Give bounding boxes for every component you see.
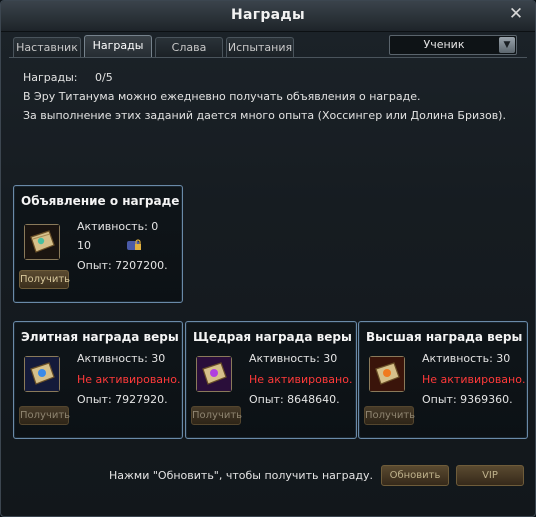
supreme-faith-activity: Активность: 30 [422, 352, 511, 365]
title-bar[interactable]: Награды ✕ [1, 1, 535, 32]
rewards-counter-value: 0/5 [95, 71, 113, 84]
elite-faith-title: Элитная награда веры [21, 330, 179, 344]
generous-faith-activity: Активность: 30 [249, 352, 338, 365]
purple-gem-scroll-icon [196, 356, 232, 392]
tab-rewards[interactable]: Награды [84, 35, 152, 57]
generous-faith-claim-button[interactable]: Получить [191, 406, 242, 425]
tab-divider [9, 57, 527, 58]
rewards-counter-label: Награды: [23, 71, 78, 84]
generous-faith-panel: Щедрая награда веры Активность: 30 Не ак… [185, 321, 357, 439]
supreme-faith-title: Высшая награда веры [366, 330, 523, 344]
rank-select[interactable]: Ученик ▼ [389, 35, 517, 55]
rewards-counter: Награды: 0/5 [23, 71, 113, 84]
refresh-hint: Нажми "Обновить", чтобы получить награду… [109, 469, 374, 482]
announcement-title: Объявление о награде [21, 194, 180, 208]
announcement-claim-button[interactable]: Получить [19, 270, 70, 289]
refresh-button[interactable]: Обновить [381, 465, 449, 486]
tab-trials[interactable]: Испытания [226, 37, 294, 57]
elite-faith-status: Не активировано. [77, 373, 181, 386]
generous-faith-title: Щедрая награда веры [193, 330, 352, 344]
info-line-2: За выполнение этих заданий дается много … [23, 109, 506, 122]
window-title: Награды [230, 7, 305, 23]
vip-button[interactable]: VIP [456, 465, 524, 486]
announcement-panel: Объявление о награде Активность: 0 10 Оп… [13, 185, 183, 303]
scroll-icon [24, 224, 60, 260]
tab-mentor[interactable]: Наставник [13, 37, 81, 57]
supreme-faith-status: Не активировано. [422, 373, 526, 386]
supreme-faith-panel: Высшая награда веры Активность: 30 Не ак… [358, 321, 528, 439]
blue-gem-scroll-icon [24, 356, 60, 392]
elite-faith-panel: Элитная награда веры Активность: 30 Не а… [13, 321, 183, 439]
rank-select-value: Ученик [423, 38, 465, 51]
supreme-faith-claim-button[interactable]: Получить [364, 406, 415, 425]
announcement-exp: Опыт: 7207200. [77, 259, 168, 272]
close-icon[interactable]: ✕ [507, 5, 525, 23]
elite-faith-exp: Опыт: 7927920. [77, 393, 168, 406]
tab-glory[interactable]: Слава [155, 37, 223, 57]
elite-faith-claim-button[interactable]: Получить [19, 406, 70, 425]
lock-bag-icon [126, 238, 142, 255]
announcement-count: 10 [77, 239, 91, 252]
rewards-window: Награды ✕ Наставник Награды Слава Испыта… [0, 0, 536, 517]
announcement-activity: Активность: 0 [77, 220, 159, 233]
orange-gem-scroll-icon [369, 356, 405, 392]
generous-faith-status: Не активировано. [249, 373, 353, 386]
elite-faith-activity: Активность: 30 [77, 352, 166, 365]
info-line-1: В Эру Титанума можно ежедневно получать … [23, 90, 421, 103]
supreme-faith-exp: Опыт: 9369360. [422, 393, 513, 406]
generous-faith-exp: Опыт: 8648640. [249, 393, 340, 406]
chevron-down-icon[interactable]: ▼ [499, 37, 515, 53]
